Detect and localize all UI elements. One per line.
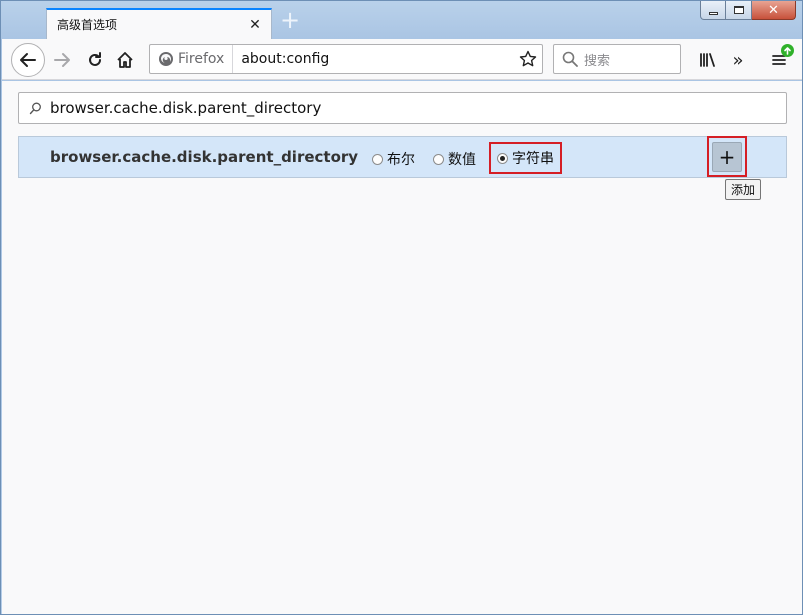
search-icon (29, 102, 41, 114)
bookmark-star-icon[interactable] (514, 50, 542, 68)
hamburger-menu-button[interactable] (766, 44, 794, 73)
forward-arrow-icon (54, 53, 70, 67)
type-radio-boolean[interactable]: 布尔 (372, 149, 415, 169)
search-bar[interactable]: 搜索 (553, 44, 681, 74)
preference-name: browser.cache.disk.parent_directory (50, 148, 359, 166)
minimize-icon (708, 11, 718, 15)
radio-button-selected[interactable] (497, 152, 508, 164)
config-search-field[interactable]: browser.cache.disk.parent_directory (18, 92, 787, 124)
identity-label: Firefox (178, 51, 225, 67)
browser-window: ✕ 高级首选项 ✕ + Firefox about:config 搜索 » br… (0, 0, 803, 615)
update-available-icon (781, 44, 794, 57)
overflow-chevron-icon[interactable]: » (725, 47, 751, 73)
tab-advanced-preferences[interactable]: 高级首选项 ✕ (46, 8, 272, 39)
forward-button[interactable] (49, 47, 75, 73)
add-button-highlight: + (707, 136, 747, 177)
add-preference-button[interactable]: + (712, 141, 742, 172)
minimize-button[interactable] (700, 1, 726, 20)
url-bar[interactable]: Firefox about:config (149, 44, 543, 74)
url-input[interactable]: about:config (233, 51, 514, 67)
maximize-icon (733, 6, 744, 14)
maximize-button[interactable] (726, 1, 752, 20)
navigation-toolbar: Firefox about:config 搜索 » (2, 39, 802, 80)
tab-title: 高级首选项 (57, 18, 118, 32)
close-window-button[interactable]: ✕ (752, 1, 796, 20)
radio-button[interactable] (433, 153, 444, 165)
tab-close-icon[interactable]: ✕ (245, 15, 265, 35)
type-radio-string[interactable]: 字符串 (489, 142, 562, 174)
type-radio-number[interactable]: 数值 (433, 149, 476, 169)
new-preference-row: browser.cache.disk.parent_directory 布尔 数… (18, 136, 787, 178)
add-tooltip: 添加 (725, 179, 762, 200)
type-label-boolean: 布尔 (387, 152, 415, 168)
radio-button[interactable] (372, 153, 383, 165)
firefox-logo-icon (159, 52, 173, 66)
reload-button[interactable] (82, 47, 108, 73)
back-button[interactable] (11, 43, 45, 77)
config-search-value[interactable]: browser.cache.disk.parent_directory (50, 99, 321, 117)
home-button[interactable] (112, 47, 138, 73)
search-placeholder: 搜索 (584, 53, 611, 69)
library-button[interactable] (694, 47, 720, 73)
identity-box[interactable]: Firefox (150, 45, 234, 73)
reload-icon (89, 52, 101, 66)
window-caption-buttons: ✕ (700, 1, 796, 20)
close-icon: ✕ (768, 2, 779, 18)
back-arrow-icon (20, 53, 36, 67)
new-tab-button[interactable]: + (279, 8, 301, 32)
type-label-number: 数值 (448, 152, 476, 168)
home-icon (117, 52, 133, 68)
search-icon (562, 51, 578, 67)
about-config-page: browser.cache.disk.parent_directory brow… (2, 81, 802, 614)
type-label-string: 字符串 (512, 151, 554, 167)
library-icon (700, 53, 715, 67)
